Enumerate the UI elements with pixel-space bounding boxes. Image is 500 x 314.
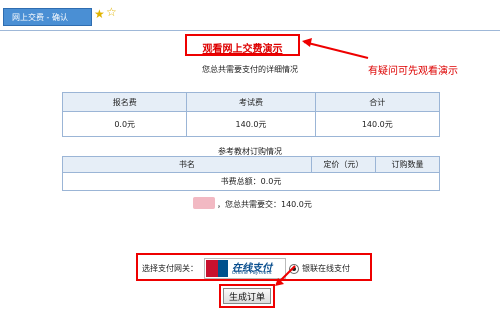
header-total: 合计	[314, 92, 441, 112]
payment-gateway-label: 选择支付网关：	[142, 264, 198, 273]
payment-gateway-box: 选择支付网关： 在线支付 Online Payment 银联在线支付	[136, 253, 372, 281]
registration-fee-value: 0.0元	[61, 111, 188, 137]
grand-total-text: ，您总共需要交：140.0元	[217, 200, 312, 209]
demo-link[interactable]: 观看网上交费演示	[187, 40, 298, 55]
table-header-row: 报名费 考试费 合计	[61, 92, 441, 112]
top-bar: 网上交费 - 确认 ★ ☆	[0, 0, 500, 31]
table-header-row: 书名 定价（元） 订购数量	[62, 156, 441, 173]
fee-section-title: 您总共需要支付的详细情况	[202, 65, 298, 74]
book-total: 书费总额：0.0元	[62, 172, 440, 191]
tab-payment-confirm[interactable]: 网上交费 - 确认	[3, 8, 92, 26]
redacted-name	[193, 197, 215, 209]
table-row: 0.0元 140.0元 140.0元	[61, 111, 441, 137]
demo-highlight-box: 观看网上交费演示	[185, 34, 300, 56]
red-arrow-icon	[302, 38, 369, 59]
header-book-name: 书名	[62, 156, 312, 173]
exam-fee-value: 140.0元	[186, 111, 316, 137]
logo-sub-text: Online Payment	[232, 270, 272, 276]
unionpay-logo: 在线支付 Online Payment	[204, 258, 286, 279]
table-row: 书费总额：0.0元	[62, 172, 440, 191]
star-icon[interactable]: ☆	[106, 5, 117, 19]
book-table: 书名 定价（元） 订购数量 书费总额：0.0元	[62, 156, 441, 191]
star-icon[interactable]: ★	[94, 7, 105, 21]
unionpay-option-label[interactable]: 银联在线支付	[302, 263, 350, 274]
unionpay-icon	[206, 260, 228, 277]
red-arrow-icon	[275, 265, 296, 286]
header-quantity: 订购数量	[374, 156, 441, 173]
total-value: 140.0元	[314, 111, 441, 137]
generate-order-button[interactable]: 生成订单	[223, 288, 271, 304]
fee-table: 报名费 考试费 合计 0.0元 140.0元 140.0元	[61, 92, 441, 137]
header-registration-fee: 报名费	[61, 92, 188, 112]
header-price: 定价（元）	[310, 156, 376, 173]
header-exam-fee: 考试费	[186, 92, 316, 112]
submit-highlight-box: 生成订单	[219, 284, 275, 308]
